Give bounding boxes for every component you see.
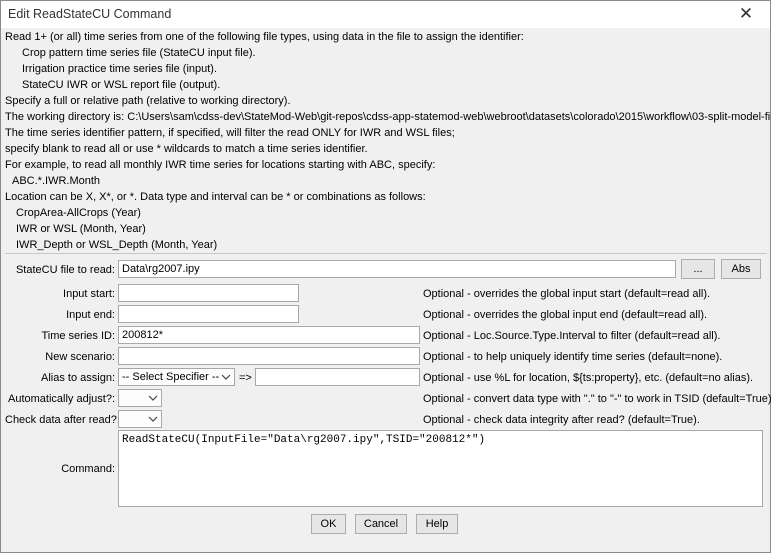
auto-adjust-label: Automatically adjust?: — [8, 393, 115, 405]
auto-adjust-select[interactable] — [118, 389, 162, 407]
abs-button[interactable]: Abs — [721, 259, 761, 279]
check-data-select[interactable] — [118, 410, 162, 428]
input-end-hint: Optional - overrides the global input en… — [423, 309, 708, 321]
note-line: Crop pattern time series file (StateCU i… — [22, 47, 256, 59]
tsid-field[interactable]: 200812* — [118, 326, 420, 344]
chevron-down-icon — [221, 374, 231, 380]
file-label: StateCU file to read: — [15, 264, 115, 276]
auto-adjust-hint: Optional - convert data type with "." to… — [423, 393, 771, 405]
note-line: Read 1+ (or all) time series from one of… — [5, 31, 524, 43]
note-line: IWR or WSL (Month, Year) — [16, 223, 146, 235]
tsid-label: Time series ID: — [41, 330, 115, 342]
cancel-button[interactable]: Cancel — [355, 514, 407, 534]
separator — [5, 253, 767, 254]
scenario-hint: Optional - to help uniquely identify tim… — [423, 351, 723, 363]
input-start-label: Input start: — [63, 288, 115, 300]
input-end-field[interactable] — [118, 305, 299, 323]
alias-arrow: => — [239, 372, 252, 384]
note-line: CropArea-AllCrops (Year) — [16, 207, 141, 219]
note-line: StateCU IWR or WSL report file (output). — [22, 79, 221, 91]
scenario-label: New scenario: — [45, 351, 115, 363]
input-end-label: Input end: — [66, 309, 115, 321]
help-button[interactable]: Help — [416, 514, 458, 534]
note-line: The working directory is: C:\Users\sam\c… — [5, 111, 771, 123]
tsid-hint: Optional - Loc.Source.Type.Interval to f… — [423, 330, 721, 342]
input-start-hint: Optional - overrides the global input st… — [423, 288, 711, 300]
dialog-window: Edit ReadStateCU Command ✕ Read 1+ (or a… — [0, 0, 771, 553]
alias-field[interactable] — [255, 368, 420, 386]
alias-label: Alias to assign: — [41, 372, 115, 384]
chevron-down-icon — [148, 395, 158, 401]
title-bar: Edit ReadStateCU Command ✕ — [1, 1, 770, 28]
browse-button[interactable]: ... — [681, 259, 715, 279]
alias-specifier-value: -- Select Specifier -- — [122, 371, 220, 383]
note-line: specify blank to read all or use * wildc… — [5, 143, 368, 155]
note-line: Location can be X, X*, or *. Data type a… — [5, 191, 426, 203]
note-line: Irrigation practice time series file (in… — [22, 63, 218, 75]
command-textarea[interactable]: ReadStateCU(InputFile="Data\rg2007.ipy",… — [118, 430, 763, 507]
command-label: Command: — [61, 463, 115, 475]
input-start-field[interactable] — [118, 284, 299, 302]
note-line: For example, to read all monthly IWR tim… — [5, 159, 436, 171]
check-data-label: Check data after read?: — [5, 414, 120, 426]
note-line: IWR_Depth or WSL_Depth (Month, Year) — [16, 239, 218, 251]
check-data-hint: Optional - check data integrity after re… — [423, 414, 700, 426]
alias-specifier-select[interactable]: -- Select Specifier -- — [118, 368, 235, 386]
note-line: Specify a full or relative path (relativ… — [5, 95, 291, 107]
ok-button[interactable]: OK — [311, 514, 346, 534]
scenario-field[interactable] — [118, 347, 420, 365]
note-line: ABC.*.IWR.Month — [12, 175, 101, 187]
note-line: The time series identifier pattern, if s… — [5, 127, 455, 139]
close-icon[interactable]: ✕ — [732, 3, 760, 25]
alias-hint: Optional - use %L for location, ${ts:pro… — [423, 372, 754, 384]
window-title: Edit ReadStateCU Command — [8, 7, 172, 21]
chevron-down-icon — [148, 416, 158, 422]
file-input[interactable]: Data\rg2007.ipy — [118, 260, 676, 278]
